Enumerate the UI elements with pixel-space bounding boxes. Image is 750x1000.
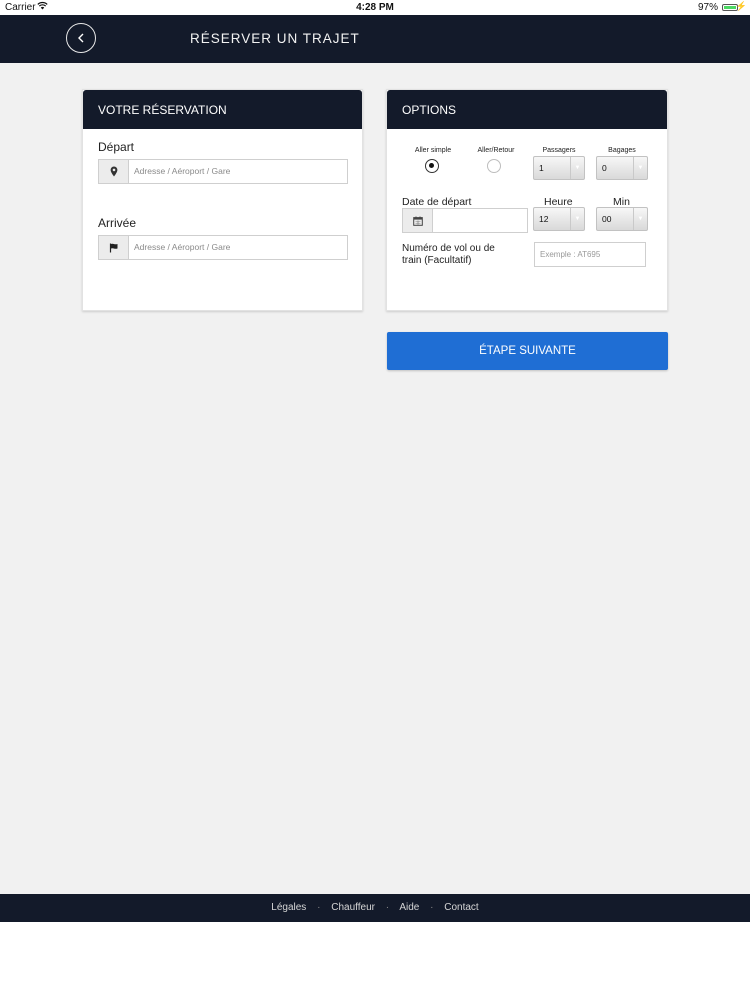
footer-link-contact[interactable]: Contact [444,902,478,913]
round-trip-radio[interactable] [487,159,501,173]
passengers-select[interactable]: 1 ▼ [533,156,585,180]
flag-icon [99,236,129,259]
date-input[interactable] [433,209,527,232]
footer-link-legal[interactable]: Légales [271,902,306,913]
flight-number-label: Numéro de vol ou de train (Facultatif) [402,243,495,267]
clock: 4:28 PM [356,2,394,13]
battery-percentage: 97% [697,2,718,13]
flight-label-line1: Numéro de vol ou de [402,243,495,254]
luggage-label: Bagages [608,147,636,154]
flight-label-line2: train (Facultatif) [402,255,472,266]
hour-value: 12 [539,214,549,224]
chevron-down-icon: ▼ [633,208,647,230]
one-way-radio[interactable] [425,159,439,173]
status-bar: Carrier 4:28 PM 97% ⚡ [0,0,750,15]
min-select[interactable]: 00 ▼ [596,207,648,231]
passengers-label: Passagers [542,147,576,154]
passengers-value: 1 [539,163,544,173]
chevron-down-icon: ▼ [633,157,647,179]
footer-link-help[interactable]: Aide [399,902,419,913]
page-title: RÉSERVER UN TRAJET [190,31,360,46]
luggage-value: 0 [602,163,607,173]
luggage-select[interactable]: 0 ▼ [596,156,648,180]
one-way-label: Aller simple [414,147,452,154]
arrival-input[interactable]: Adresse / Aéroport / Gare [129,236,347,259]
arrival-label: Arrivée [98,216,137,230]
round-trip-label: Aller/Retour [477,147,515,154]
map-marker-icon [99,160,129,183]
app-header: RÉSERVER UN TRAJET [0,15,750,63]
chevron-down-icon: ▼ [570,157,584,179]
back-button[interactable] [66,23,96,53]
footer-link-driver[interactable]: Chauffeur [331,902,375,913]
flight-number-input[interactable]: Exemple : AT695 [534,242,646,267]
footer-separator: · [317,902,321,913]
options-card-title: OPTIONS [387,90,667,129]
reservation-card-title: VOTRE RÉSERVATION [83,90,362,129]
hour-select[interactable]: 12 ▼ [533,207,585,231]
charging-icon: ⚡ [735,1,747,11]
main-content: VOTRE RÉSERVATION Départ Adresse / Aérop… [0,63,750,894]
reservation-card: VOTRE RÉSERVATION Départ Adresse / Aérop… [82,89,363,311]
footer: Légales · Chauffeur · Aide · Contact [0,894,750,922]
chevron-down-icon: ▼ [570,208,584,230]
calendar-icon [403,209,433,232]
departure-label: Départ [98,140,135,154]
min-value: 00 [602,214,612,224]
footer-separator: · [430,902,434,913]
options-card: OPTIONS Aller simple Aller/Retour Passag… [386,89,668,311]
date-label: Date de départ [402,196,472,208]
arrival-field[interactable]: Adresse / Aéroport / Gare [98,235,348,260]
date-field[interactable] [402,208,528,233]
departure-input[interactable]: Adresse / Aéroport / Gare [129,160,347,183]
departure-field[interactable]: Adresse / Aéroport / Gare [98,159,348,184]
footer-separator: · [385,902,390,913]
chevron-left-icon [78,33,84,43]
bottom-area [0,922,750,1000]
next-step-button[interactable]: ÉTAPE SUIVANTE [387,332,668,370]
